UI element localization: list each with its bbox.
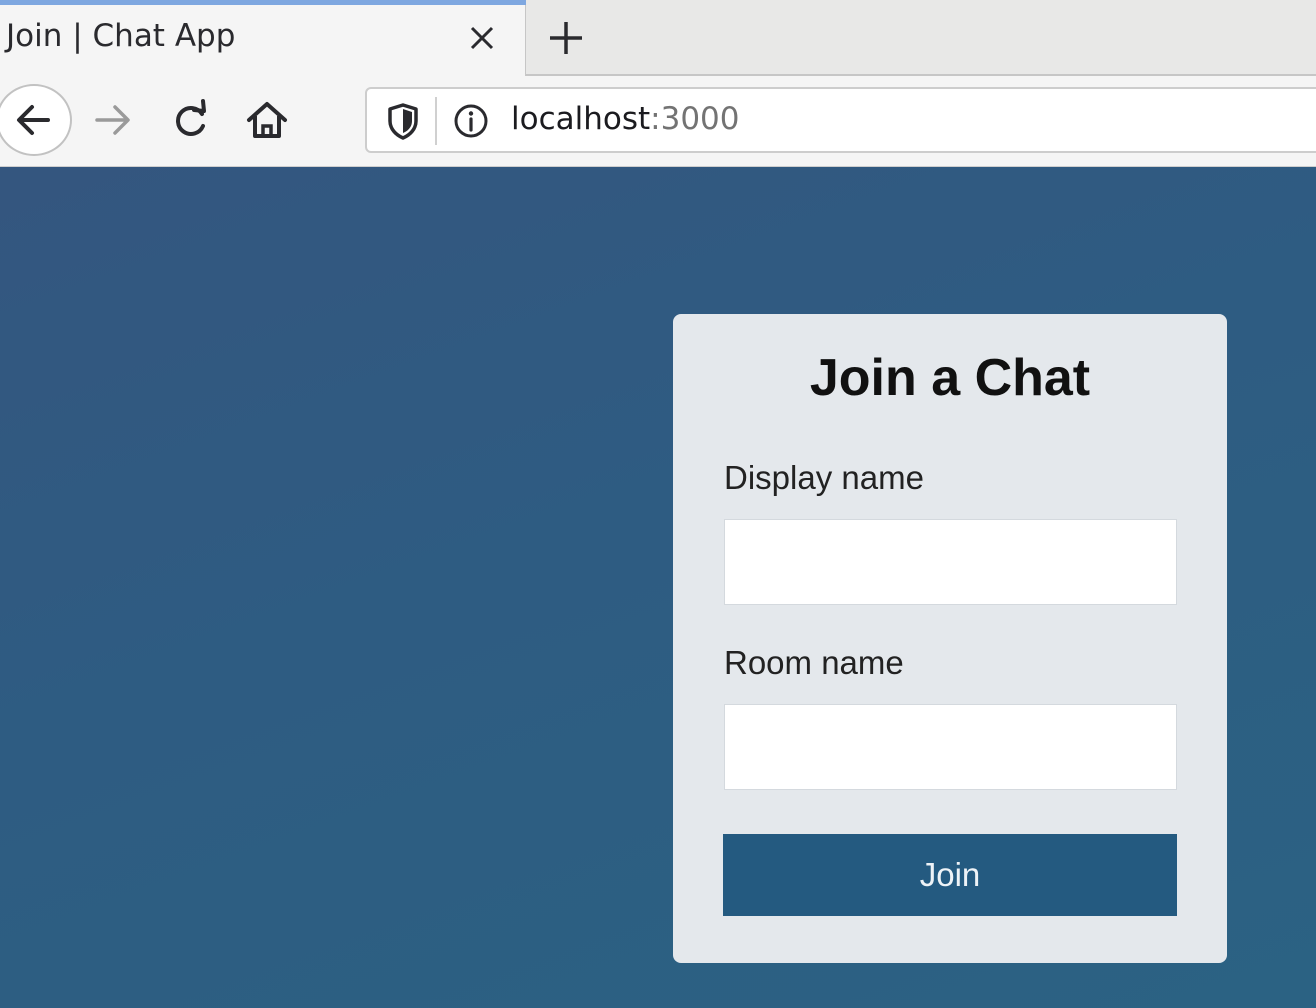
room-name-input[interactable]	[724, 704, 1177, 790]
arrow-left-icon	[17, 105, 50, 135]
room-name-label: Room name	[724, 644, 904, 681]
page-background: Join a Chat Display name Room name Join	[0, 167, 1316, 1008]
shield-icon[interactable]	[379, 97, 427, 145]
url-bar-separator	[435, 97, 437, 145]
reload-icon[interactable]	[166, 96, 214, 144]
tab-title: Join | Chat App	[6, 18, 236, 54]
url-host: localhost	[511, 101, 651, 137]
home-icon[interactable]	[243, 96, 291, 144]
back-button[interactable]	[0, 84, 72, 156]
display-name-label: Display name	[724, 459, 924, 496]
tab-strip: Join | Chat App	[0, 0, 1316, 76]
tab-active[interactable]: Join | Chat App	[0, 0, 526, 76]
navigation-toolbar: localhost:3000	[0, 76, 1316, 167]
arrow-right-icon[interactable]	[89, 96, 137, 144]
plus-icon[interactable]	[542, 14, 590, 62]
display-name-input[interactable]	[724, 519, 1177, 605]
page-title: Join a Chat	[809, 349, 1091, 407]
join-card: Join a Chat Display name Room name Join	[673, 314, 1227, 963]
join-button[interactable]: Join	[723, 834, 1177, 916]
close-icon[interactable]	[462, 18, 502, 58]
url-port: :3000	[650, 101, 740, 137]
url-bar[interactable]: localhost:3000	[365, 87, 1316, 153]
tab-active-indicator	[0, 0, 526, 5]
url-text[interactable]: localhost:3000	[511, 101, 740, 137]
browser-window: Join | Chat App localhost:3000 Join a Ch…	[0, 0, 1316, 1008]
info-icon[interactable]	[447, 97, 495, 145]
